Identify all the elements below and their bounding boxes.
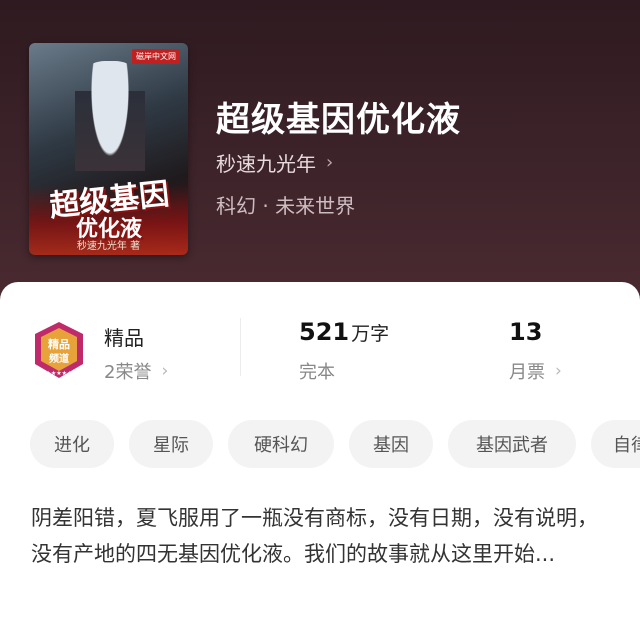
svg-text:★★★★★: ★★★★★ <box>46 370 73 377</box>
tag-chip[interactable]: 基因 <box>349 420 433 468</box>
chevron-right-icon: › <box>326 152 334 173</box>
monthly-votes-label: 月票 <box>509 362 545 383</box>
svg-text:精品: 精品 <box>48 337 70 351</box>
book-category: 科幻 · 未来世界 <box>216 194 356 218</box>
author-name: 秒速九光年 <box>216 152 316 176</box>
tag-chip[interactable]: 进化 <box>30 420 114 468</box>
tag-chip[interactable]: 星际 <box>129 420 213 468</box>
chevron-right-icon: › <box>161 361 169 381</box>
honor-count: 2荣誉 <box>104 362 152 383</box>
book-header: 磁岸中文网 超级基因 优化液 秒速九光年 著 超级基因优化液 秒速九光年 › 科… <box>0 0 640 300</box>
tag-chip[interactable]: 基因武者 <box>448 420 576 468</box>
monthly-votes-link[interactable]: 月票 › <box>509 358 562 384</box>
stat-divider <box>240 318 241 376</box>
word-count-value: 521 <box>299 318 350 346</box>
book-detail-sheet: 精品 频道 ★★★★★ 精品 2荣誉 › 521 万字 完本 13 月票 › 进化… <box>0 282 640 624</box>
completion-status: 完本 <box>299 362 335 383</box>
svg-text:频道: 频道 <box>49 352 69 365</box>
book-description[interactable]: 阴差阳错，夏飞服用了一瓶没有商标，没有日期，没有说明，没有产地的四无基因优化液。… <box>31 500 611 572</box>
author-link[interactable]: 秒速九光年 › <box>216 148 333 177</box>
cover-author-line: 秒速九光年 著 <box>76 241 141 252</box>
monthly-votes-value: 13 <box>509 318 543 346</box>
book-title: 超级基因优化液 <box>216 100 461 140</box>
cover-publisher-badge: 磁岸中文网 <box>132 49 180 64</box>
tag-chip[interactable]: 自律 <box>591 420 640 468</box>
tag-chip[interactable]: 硬科幻 <box>228 420 334 468</box>
chevron-right-icon: › <box>555 361 562 381</box>
quality-medal-icon: 精品 频道 ★★★★★ <box>35 322 83 378</box>
word-count-unit: 万字 <box>351 323 390 345</box>
quality-label: 精品 <box>104 326 144 350</box>
book-cover[interactable]: 磁岸中文网 超级基因 优化液 秒速九光年 著 <box>29 43 188 255</box>
honor-link[interactable]: 2荣誉 › <box>104 358 168 384</box>
word-count: 521 万字 <box>299 318 389 346</box>
